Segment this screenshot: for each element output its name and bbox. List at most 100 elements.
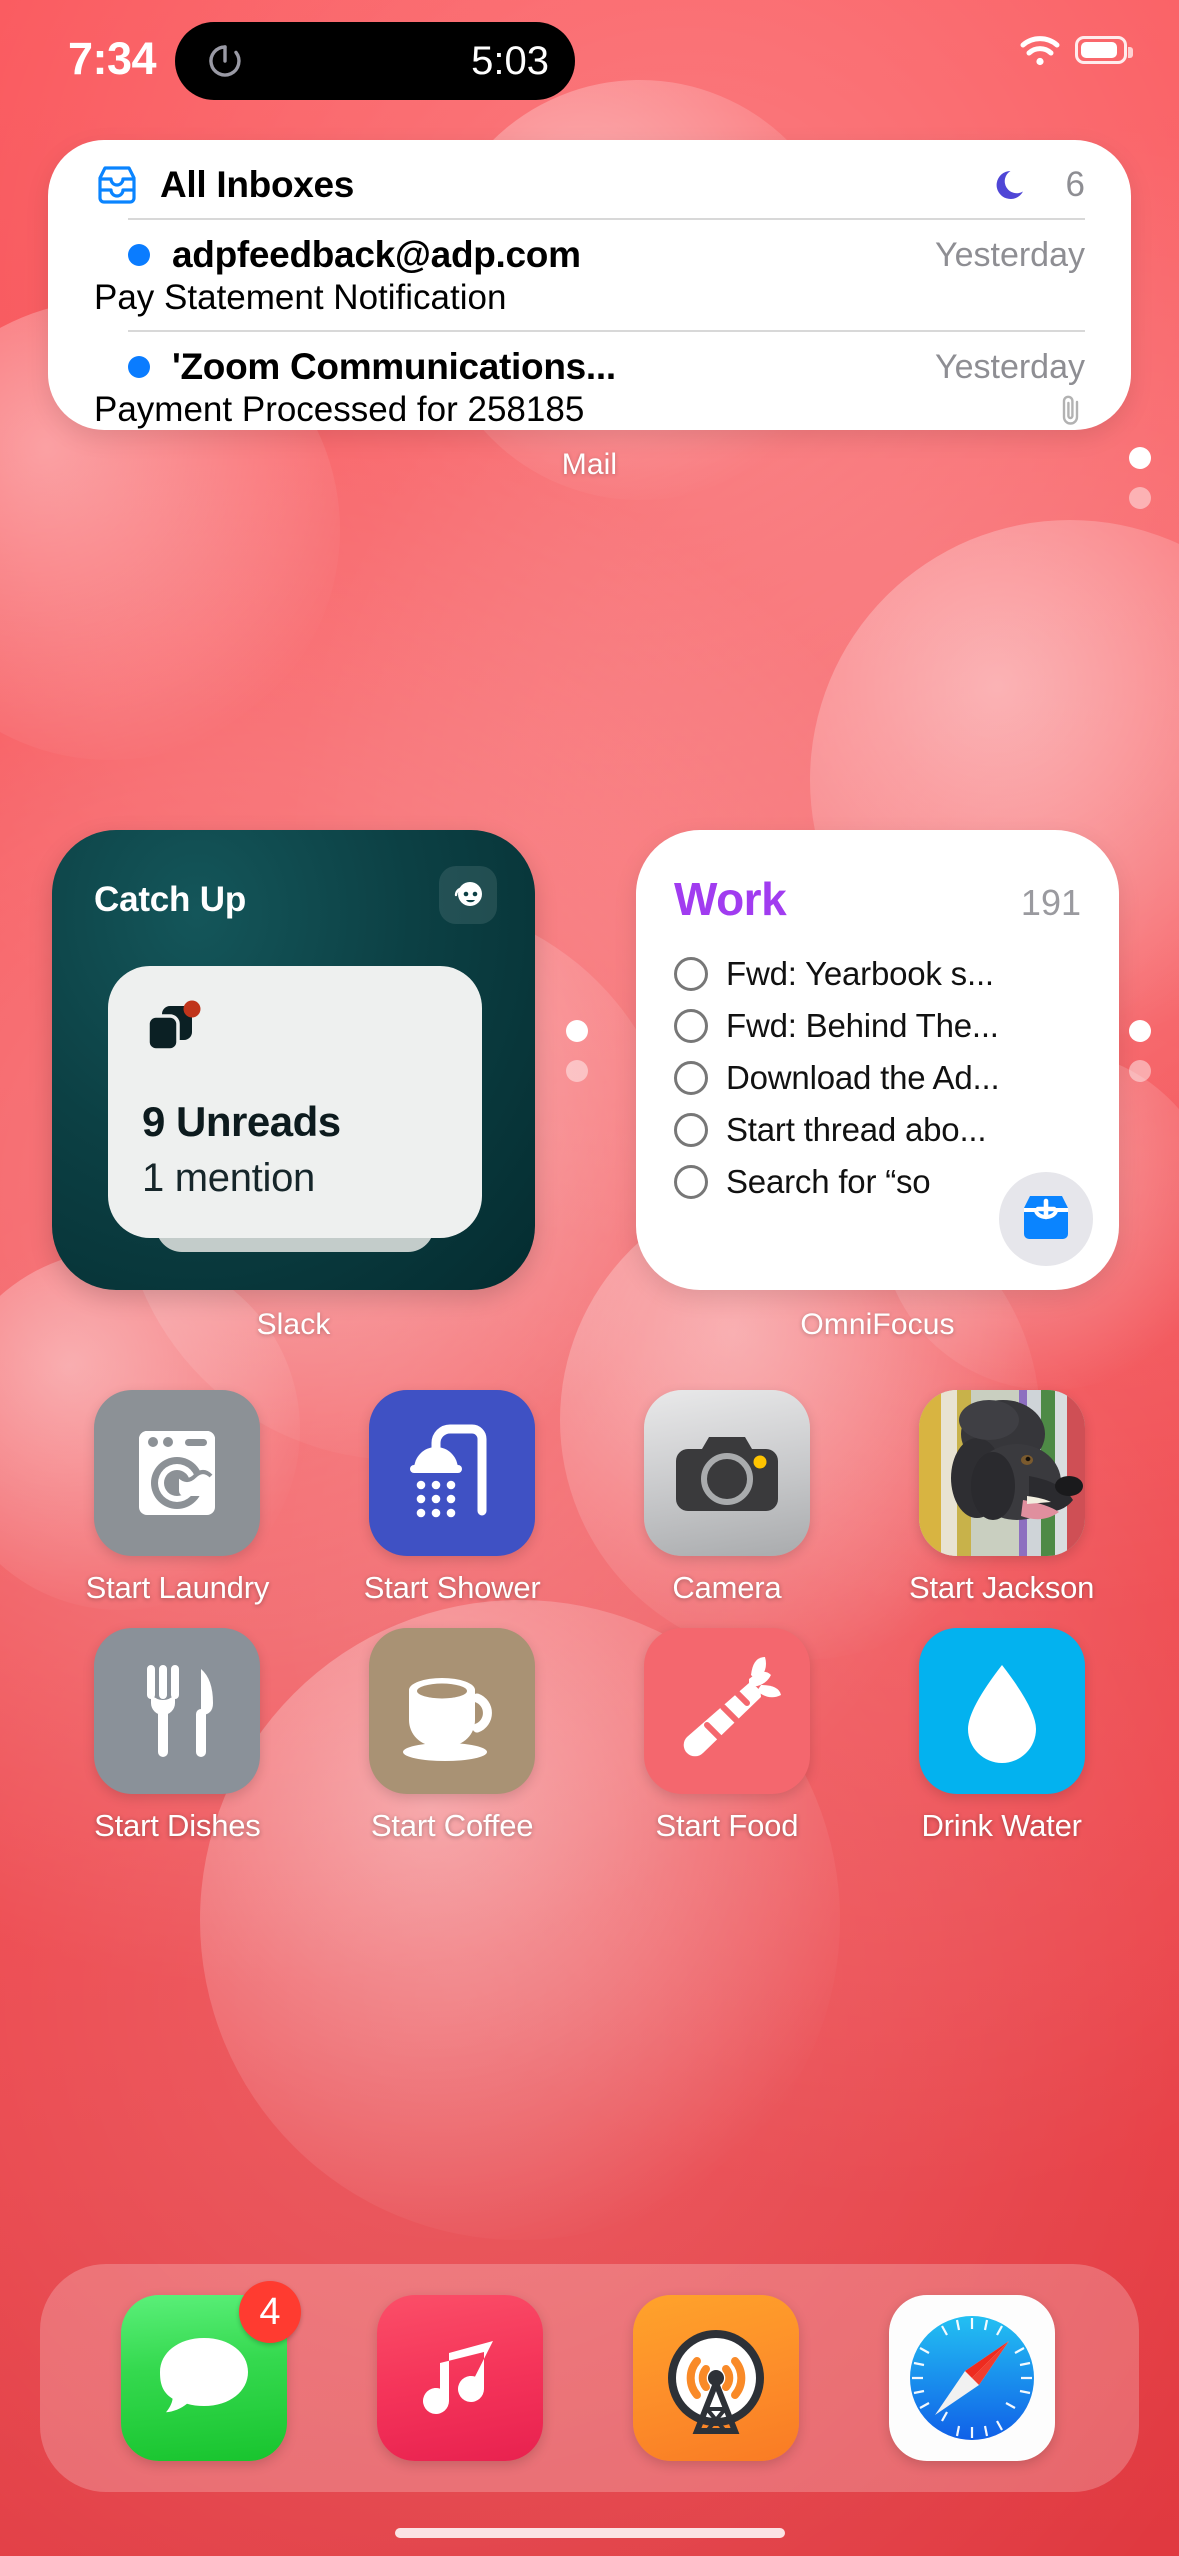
task-checkbox-circle[interactable] (674, 957, 708, 991)
task-checkbox-circle[interactable] (674, 1165, 708, 1199)
mail-subject: Payment Processed for 258185 (94, 390, 585, 429)
task-title: Fwd: Yearbook s... (726, 955, 994, 992)
omnifocus-task-item[interactable]: Fwd: Yearbook s... (674, 948, 1081, 1000)
mail-unread-count: 6 (1065, 165, 1085, 204)
slack-widget-container: Catch Up 9 Unreads 1 mention Slack (52, 830, 535, 1342)
app-label: Start Dishes (94, 1808, 261, 1843)
camera-icon[interactable] (643, 1390, 810, 1556)
omnifocus-widget-label: OmniFocus (800, 1308, 955, 1341)
water-drop-icon[interactable] (918, 1628, 1085, 1794)
mail-widget-header: All Inboxes 6 (94, 140, 1085, 218)
battery-icon (1075, 36, 1133, 64)
radio-tower-icon[interactable] (633, 2295, 799, 2461)
omnifocus-task-item[interactable]: Download the Ad... (674, 1052, 1081, 1104)
page-dot[interactable] (566, 1060, 588, 1082)
unread-indicator-dot (128, 244, 150, 266)
carrot-icon[interactable] (643, 1628, 810, 1794)
card-stack-icon (146, 1000, 201, 1052)
app-label: Start Coffee (370, 1808, 534, 1843)
app-label: Start Food (655, 1808, 799, 1843)
app-start-laundry[interactable]: Start Laundry (40, 1390, 315, 1606)
app-start-coffee[interactable]: Start Coffee (315, 1628, 590, 1844)
slack-widget-title: Catch Up (94, 880, 247, 919)
task-checkbox-circle[interactable] (674, 1061, 708, 1095)
music-note-icon[interactable] (377, 2295, 543, 2461)
mail-widget[interactable]: All Inboxes 6 adpfeedback@adp.com Yester… (48, 140, 1131, 430)
mail-widget-container: All Inboxes 6 adpfeedback@adp.com Yester… (48, 140, 1131, 482)
slack-catchup-widget[interactable]: Catch Up 9 Unreads 1 mention (52, 830, 535, 1290)
dynamic-island[interactable]: 5:03 (175, 22, 575, 100)
mail-sender: adpfeedback@adp.com (172, 234, 581, 275)
slack-summary-card[interactable]: 9 Unreads 1 mention (108, 966, 482, 1238)
page-dot[interactable] (1129, 1060, 1151, 1082)
app-camera[interactable]: Camera (590, 1390, 865, 1606)
omnifocus-task-item[interactable]: Start thread abo... (674, 1104, 1081, 1156)
fork-knife-icon[interactable] (94, 1628, 261, 1794)
timer-icon (209, 45, 241, 77)
messages-icon[interactable]: 4 (121, 2281, 301, 2461)
omnifocus-widget[interactable]: Work 191 Fwd: Yearbook s... Fwd: Behind … (636, 830, 1119, 1290)
app-label: Start Laundry (85, 1570, 270, 1605)
app-row: Start Dishes Start Coffee Start Food Dri… (0, 1628, 1179, 1844)
page-dot[interactable] (1129, 1020, 1151, 1042)
page-indicator-middle-right[interactable] (1129, 1020, 1151, 1082)
page-indicator-middle-left[interactable] (566, 1020, 588, 1082)
app-drink-water[interactable]: Drink Water (864, 1628, 1139, 1844)
shower-icon[interactable] (369, 1390, 536, 1556)
home-indicator[interactable] (394, 2528, 785, 2538)
omnifocus-task-list: Fwd: Yearbook s... Fwd: Behind The... Do… (674, 948, 1081, 1208)
app-start-shower[interactable]: Start Shower (315, 1390, 590, 1606)
task-title: Start thread abo... (726, 1111, 987, 1148)
app-label: Start Jackson (909, 1570, 1095, 1605)
task-checkbox-circle[interactable] (674, 1113, 708, 1147)
paperclip-icon (1062, 395, 1079, 425)
dog-photo-icon[interactable] (918, 1390, 1085, 1556)
task-title: Search for “so (726, 1163, 931, 1200)
wifi-icon (1020, 36, 1060, 66)
omnifocus-widget-container: Work 191 Fwd: Yearbook s... Fwd: Behind … (636, 830, 1119, 1342)
app-label: Start Shower (363, 1570, 541, 1605)
astronaut-avatar-icon[interactable] (439, 866, 497, 924)
inbox-tray-icon (98, 166, 136, 204)
dock-app-music[interactable] (332, 2295, 588, 2461)
crescent-moon-icon (996, 171, 1023, 199)
dock-app-messages[interactable]: 4 (76, 2281, 332, 2461)
inbox-plus-icon (1024, 1196, 1068, 1239)
unread-indicator-dot (128, 356, 150, 378)
status-bar-indicators (1019, 34, 1133, 66)
page-indicator-right[interactable] (1129, 447, 1151, 509)
washing-machine-icon[interactable] (94, 1390, 261, 1556)
dock-app-overcast[interactable] (588, 2295, 844, 2461)
mail-subject: Pay Statement Notification (94, 278, 507, 317)
app-start-dishes[interactable]: Start Dishes (40, 1628, 315, 1844)
mail-sender: 'Zoom Communications... (172, 346, 616, 387)
safari-compass-icon[interactable] (889, 2295, 1055, 2461)
page-dot[interactable] (1129, 447, 1151, 469)
mail-widget-label: Mail (561, 448, 618, 481)
notification-badge: 4 (239, 2281, 301, 2343)
dock-app-safari[interactable] (844, 2295, 1100, 2461)
app-label: Drink Water (921, 1808, 1082, 1843)
task-title: Download the Ad... (726, 1059, 1000, 1096)
omnifocus-task-item[interactable]: Fwd: Behind The... (674, 1000, 1081, 1052)
task-checkbox-circle[interactable] (674, 1009, 708, 1043)
app-label: Camera (672, 1570, 782, 1605)
dock: 4 (40, 2264, 1139, 2492)
task-title: Fwd: Behind The... (726, 1007, 999, 1044)
coffee-cup-icon[interactable] (369, 1628, 536, 1794)
slack-mention-count: 1 mention (142, 1156, 315, 1200)
app-grid: Start Laundry Start Shower Camera Start … (0, 1390, 1179, 1866)
mail-message-row[interactable]: 'Zoom Communications... Yesterday Paymen… (94, 332, 1085, 430)
mail-message-row[interactable]: adpfeedback@adp.com Yesterday Pay Statem… (94, 220, 1085, 330)
page-dot[interactable] (1129, 487, 1151, 509)
omnifocus-add-to-inbox-button[interactable] (999, 1172, 1093, 1266)
app-start-jackson[interactable]: Start Jackson (864, 1390, 1139, 1606)
mail-widget-title: All Inboxes (160, 164, 355, 205)
omnifocus-task-count: 191 (1020, 882, 1081, 923)
mail-date: Yesterday (935, 347, 1085, 386)
page-dot[interactable] (566, 1020, 588, 1042)
app-start-food[interactable]: Start Food (590, 1628, 865, 1844)
mail-date: Yesterday (935, 235, 1085, 274)
slack-unread-count: 9 Unreads (142, 1098, 341, 1145)
status-bar: 7:34 5:03 (0, 0, 1179, 120)
